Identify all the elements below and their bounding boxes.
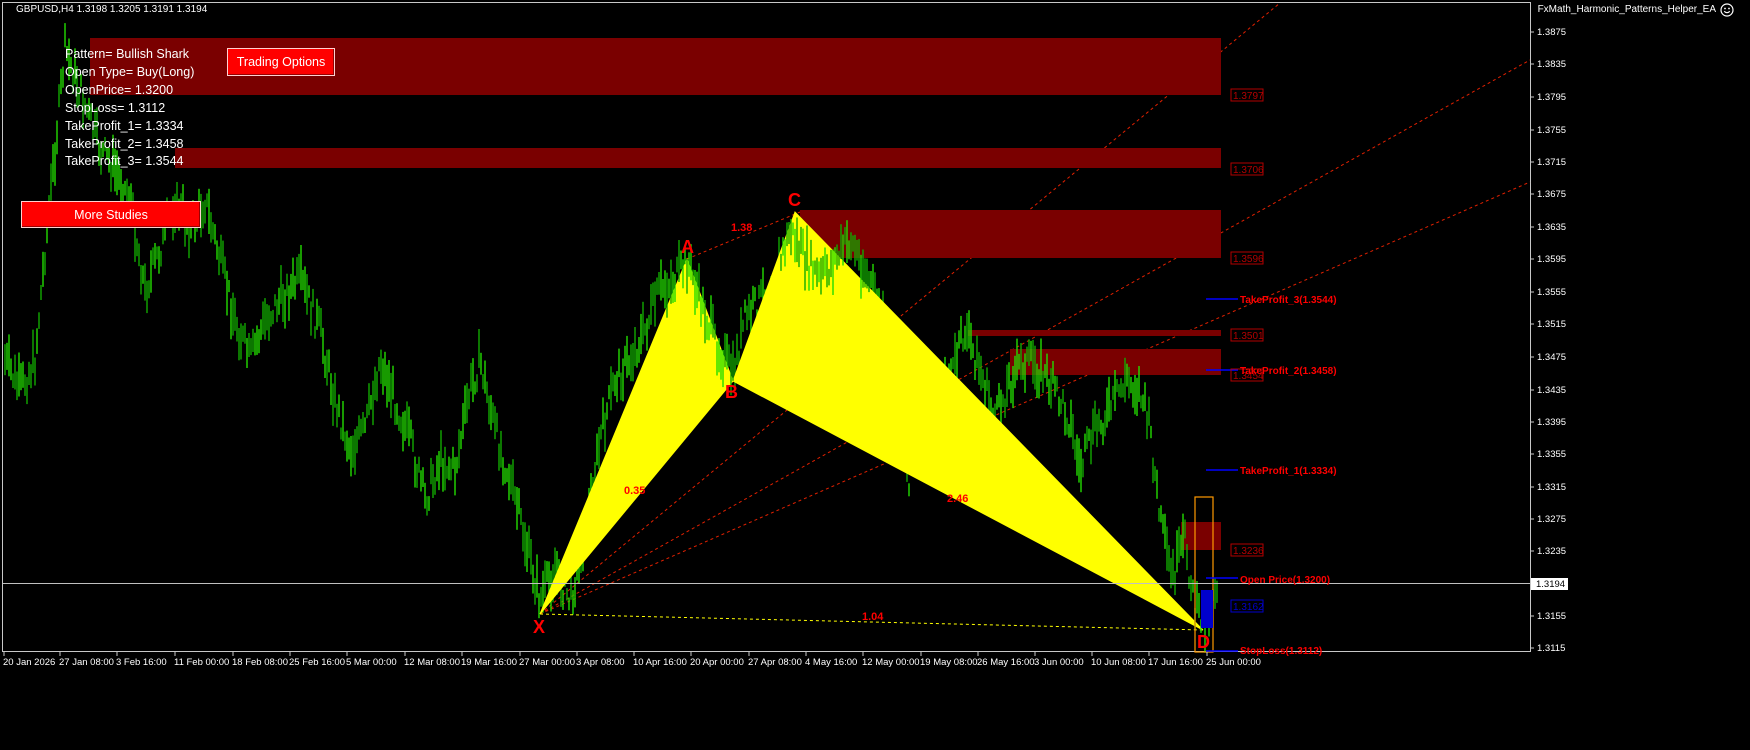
time-tick-label: 27 Apr 08:00 — [748, 657, 802, 668]
price-tick-label: 1.3235 — [1537, 546, 1566, 557]
time-tick-label: 17 Jun 16:00 — [1148, 657, 1203, 668]
time-tick-label: 10 Jun 08:00 — [1091, 657, 1146, 668]
smiley-face-icon[interactable] — [1720, 3, 1734, 17]
price-tick-label: 1.3315 — [1537, 482, 1566, 493]
stop-loss: StopLoss= 1.3112 — [65, 100, 166, 115]
time-tick-label: 27 Jan 08:00 — [59, 657, 114, 668]
time-tick-label: 20 Jan 2026 — [3, 657, 55, 668]
take-profit-1: TakeProfit_1= 1.3334 — [65, 118, 184, 133]
trading-options-button[interactable]: Trading Options — [227, 48, 335, 76]
price-tick-label: 1.3355 — [1537, 449, 1566, 460]
price-tick-label: 1.3875 — [1537, 27, 1566, 38]
pattern-name: Pattern= Bullish Shark — [65, 47, 190, 61]
time-tick-label: 5 Mar 00:00 — [346, 657, 397, 668]
price-tick-label: 1.3795 — [1537, 92, 1566, 103]
zone-label: 1.3797 — [1233, 91, 1264, 102]
price-tick-label: 1.3755 — [1537, 125, 1566, 136]
point-d-label: D — [1197, 632, 1210, 652]
time-tick-label: 11 Feb 00:00 — [174, 657, 229, 668]
price-tick-label: 1.3635 — [1537, 222, 1566, 233]
time-tick-label: 12 Mar 08:00 — [404, 657, 460, 668]
zone-label: 1.3706 — [1233, 165, 1264, 176]
time-tick-label: 27 Mar 00:00 — [519, 657, 575, 668]
ratio-label: 2.46 — [947, 493, 968, 505]
time-tick-label: 4 May 16:00 — [805, 657, 857, 668]
price-tick-label: 1.3115 — [1537, 643, 1565, 654]
ratio-label: 1.04 — [862, 611, 884, 623]
time-tick-label: 12 May 00:00 — [862, 657, 920, 668]
zone-label: 1.3236 — [1233, 546, 1264, 557]
take-profit-3: TakeProfit_3= 1.3544 — [65, 154, 184, 169]
price-chart[interactable]: 1.3797 1.3706 1.3596 1.3501 1.3454 1.323… — [0, 0, 1750, 750]
ea-name: FxMath_Harmonic_Patterns_Helper_EA — [1537, 4, 1716, 15]
time-tick-label: 25 Jun 00:00 — [1206, 657, 1261, 668]
takeprofit-3-label: TakeProfit_3(1.3544) — [1240, 295, 1337, 306]
time-tick-label: 26 May 16:00 — [977, 657, 1035, 668]
takeprofit-2-label: TakeProfit_2(1.3458) — [1240, 366, 1337, 377]
zone-label: 1.3501 — [1233, 331, 1264, 342]
time-tick-label: 25 Feb 16:00 — [289, 657, 345, 668]
pattern-info-panel: Pattern= Bullish Shark Open Type= Buy(Lo… — [65, 46, 194, 171]
price-tick-label: 1.3515 — [1537, 319, 1566, 330]
time-tick-label: 3 Feb 16:00 — [116, 657, 167, 668]
zone-label: 1.3162 — [1233, 602, 1264, 613]
price-tick-label: 1.3475 — [1537, 352, 1566, 363]
price-tick-label: 1.3395 — [1537, 417, 1566, 428]
more-studies-button[interactable]: More Studies — [21, 201, 201, 228]
price-tick-label: 1.3155 — [1537, 611, 1566, 622]
price-tick-label: 1.3435 — [1537, 385, 1566, 396]
time-tick-label: 10 Apr 16:00 — [633, 657, 687, 668]
open-price: OpenPrice= 1.3200 — [65, 82, 174, 97]
price-tick-label: 1.3595 — [1537, 254, 1566, 265]
point-x-label: X — [533, 617, 545, 637]
entry-box — [1201, 590, 1213, 628]
ratio-label: 1.38 — [731, 222, 752, 234]
price-tick-label: 1.3835 — [1537, 59, 1566, 70]
takeprofit-1-label: TakeProfit_1(1.3334) — [1240, 466, 1337, 477]
price-tick-label: 1.3275 — [1537, 514, 1566, 525]
take-profit-2: TakeProfit_2= 1.3458 — [65, 136, 184, 151]
ratio-label: 0.35 — [624, 485, 645, 497]
current-price-text: 1.3194 — [1536, 579, 1565, 590]
stoploss-label: StopLoss(1.3112) — [1240, 646, 1322, 657]
price-tick-label: 1.3675 — [1537, 189, 1566, 200]
open-type: Open Type= Buy(Long) — [65, 64, 195, 79]
point-b-label: B — [725, 382, 738, 402]
time-tick-label: 18 Feb 08:00 — [232, 657, 288, 668]
price-tick-label: 1.3555 — [1537, 287, 1566, 298]
price-tick-label: 1.3715 — [1537, 157, 1566, 168]
time-tick-label: 3 Apr 08:00 — [576, 657, 625, 668]
point-c-label: C — [788, 190, 801, 210]
zone-label: 1.3596 — [1233, 254, 1264, 265]
symbol-info: GBPUSD,H4 1.3198 1.3205 1.3191 1.3194 — [16, 4, 208, 15]
time-tick-label: 19 Mar 16:00 — [461, 657, 517, 668]
time-tick-label: 20 Apr 00:00 — [690, 657, 744, 668]
time-tick-label: 3 Jun 00:00 — [1034, 657, 1084, 668]
open-price-label: Open Price(1.3200) — [1240, 575, 1330, 586]
time-tick-label: 19 May 08:00 — [920, 657, 978, 668]
point-a-label: A — [681, 237, 694, 257]
